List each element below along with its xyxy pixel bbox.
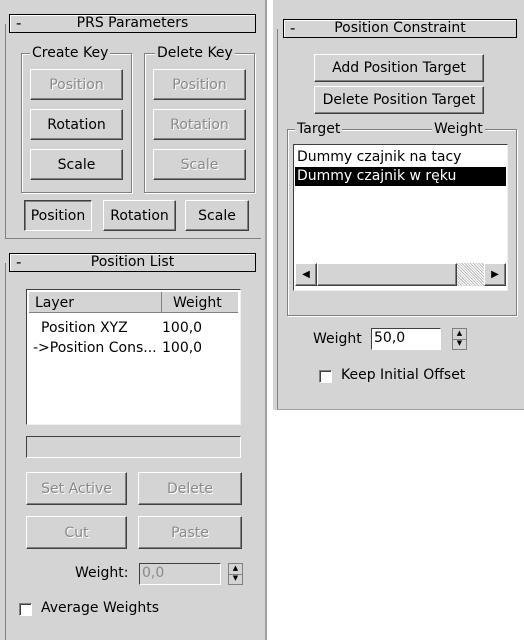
delete-position-target-button[interactable]: Delete Position Target	[314, 86, 484, 114]
delete-layer-button[interactable]: Delete	[138, 472, 242, 505]
rollout-title: PRS Parameters	[76, 15, 189, 31]
list-item[interactable]: Dummy czajnik na tacy	[295, 148, 506, 166]
average-weights-label[interactable]: Average Weights	[41, 599, 159, 617]
scroll-track[interactable]	[457, 263, 484, 286]
rollout-title: Position Constraint	[334, 20, 466, 36]
rollout-edge	[277, 409, 524, 410]
average-weights-checkbox[interactable]	[19, 603, 32, 616]
layer-name-field[interactable]	[26, 436, 241, 458]
rollout-edge	[5, 263, 6, 640]
horizontal-scrollbar[interactable]: ◀ ▶	[295, 263, 506, 286]
weight-spinner[interactable]: ▲ ▼	[228, 563, 243, 585]
create-position-key-button[interactable]: Position	[30, 69, 123, 100]
set-active-button[interactable]: Set Active	[26, 472, 127, 505]
cut-button[interactable]: Cut	[26, 516, 127, 549]
weight-input[interactable]: 0,0	[139, 563, 221, 585]
create-rotation-key-button[interactable]: Rotation	[30, 109, 123, 140]
layer-list[interactable]: Layer Weight Position XYZ 100,0 ->Positi…	[26, 289, 241, 425]
delete-position-key-button[interactable]: Position	[153, 69, 246, 100]
spinner-down-icon[interactable]: ▼	[453, 339, 466, 349]
scroll-right-button[interactable]: ▶	[484, 263, 506, 286]
delete-rotation-key-button[interactable]: Rotation	[153, 109, 246, 140]
layer-name: Position XYZ	[41, 320, 128, 336]
constraint-weight-label: Weight	[313, 331, 362, 347]
group-label: Delete Key	[155, 44, 235, 62]
position-list-header[interactable]: - Position List	[9, 253, 256, 272]
target-column-label: Target	[295, 120, 343, 138]
weight-label: Weight:	[75, 565, 129, 581]
prs-parameters-header[interactable]: - PRS Parameters	[9, 14, 256, 33]
constraint-weight-spinner[interactable]: ▲ ▼	[452, 328, 467, 350]
list-item-selected[interactable]: Dummy czajnik w ręku	[295, 167, 506, 186]
list-item[interactable]: ->Position Cons... 100,0	[29, 339, 238, 357]
rollout-edge	[5, 24, 6, 239]
column-header-weight[interactable]: Weight	[173, 294, 222, 312]
keep-initial-offset-checkbox[interactable]	[319, 370, 332, 383]
panel-divider	[265, 0, 267, 640]
group-label: Create Key	[30, 44, 111, 62]
list-header: Layer Weight	[29, 292, 238, 313]
delete-scale-key-button[interactable]: Scale	[153, 149, 246, 180]
rotation-mode-button[interactable]: Rotation	[103, 200, 176, 231]
weight-column-label: Weight	[432, 120, 485, 138]
rollout-title: Position List	[90, 254, 175, 270]
keep-initial-offset-label[interactable]: Keep Initial Offset	[341, 366, 465, 384]
rollout-edge	[277, 29, 278, 409]
layer-weight: 100,0	[162, 320, 203, 336]
constraint-weight-input[interactable]: 50,0	[371, 328, 441, 350]
rollout-edge	[5, 238, 261, 239]
layer-weight: 100,0	[162, 340, 203, 356]
column-header-layer[interactable]: Layer	[35, 294, 74, 312]
spinner-down-icon[interactable]: ▼	[229, 574, 242, 584]
scroll-thumb[interactable]	[317, 263, 457, 286]
scroll-left-button[interactable]: ◀	[295, 263, 317, 286]
target-name: Dummy czajnik w ręku	[297, 168, 457, 184]
position-constraint-header[interactable]: - Position Constraint	[283, 19, 517, 38]
target-list[interactable]: Dummy czajnik na tacy Dummy czajnik w rę…	[293, 144, 508, 291]
list-item[interactable]: Position XYZ 100,0	[29, 319, 238, 337]
create-scale-key-button[interactable]: Scale	[30, 149, 123, 180]
layer-name: ->Position Cons...	[33, 340, 157, 356]
paste-button[interactable]: Paste	[138, 516, 242, 549]
target-name: Dummy czajnik na tacy	[297, 149, 462, 165]
position-mode-button[interactable]: Position	[24, 200, 92, 231]
scale-mode-button[interactable]: Scale	[185, 200, 249, 231]
column-divider	[161, 292, 162, 312]
add-position-target-button[interactable]: Add Position Target	[314, 54, 484, 82]
